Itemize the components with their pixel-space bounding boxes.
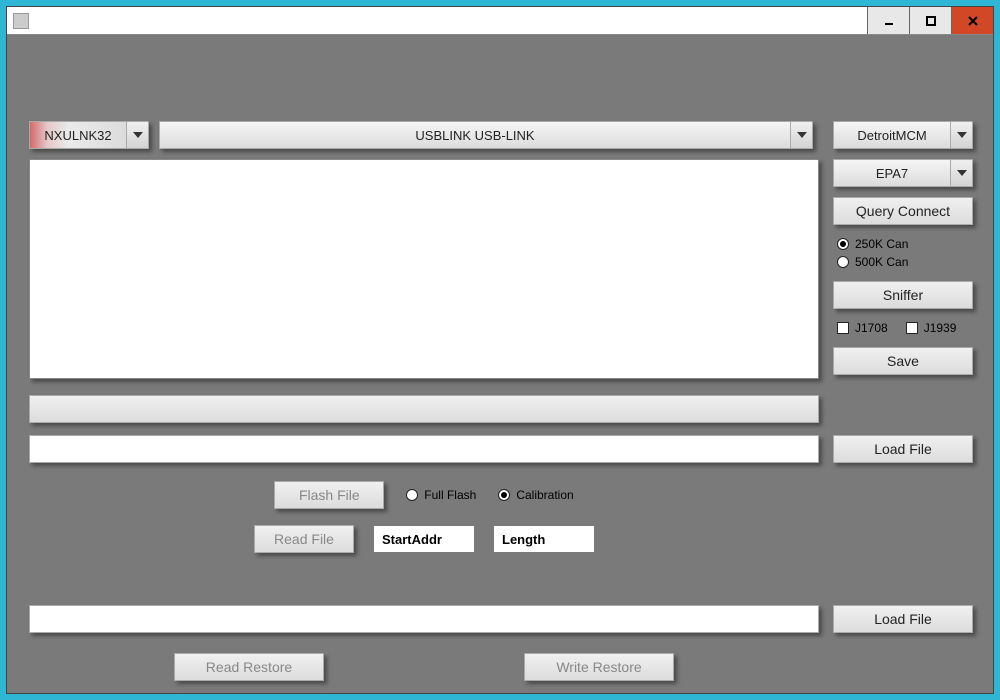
radio-indicator xyxy=(406,489,418,501)
module-dropdown[interactable]: DetroitMCM xyxy=(833,121,973,149)
start-addr-input[interactable]: StartAddr xyxy=(374,526,474,552)
flash-file-button[interactable]: Flash File xyxy=(274,481,384,509)
calibration-radio[interactable]: Calibration xyxy=(498,488,573,502)
save-button[interactable]: Save xyxy=(833,347,973,375)
close-button[interactable] xyxy=(951,7,993,34)
minimize-icon xyxy=(883,15,895,27)
query-connect-button[interactable]: Query Connect xyxy=(833,197,973,225)
flash-row: Flash File Full Flash Calibration xyxy=(29,481,819,509)
can-500-label: 500K Can xyxy=(855,255,908,269)
chevron-down-icon xyxy=(790,122,812,148)
maximize-button[interactable] xyxy=(909,7,951,34)
chevron-down-icon xyxy=(950,160,972,186)
load-file-button-1[interactable]: Load File xyxy=(833,435,973,463)
titlebar xyxy=(7,7,993,35)
full-flash-label: Full Flash xyxy=(424,488,476,502)
variant-dropdown-label: EPA7 xyxy=(834,160,950,186)
chevron-down-icon xyxy=(126,122,148,148)
can-250-label: 250K Can xyxy=(855,237,908,251)
log-textarea[interactable] xyxy=(29,159,819,379)
load-file-button-2[interactable]: Load File xyxy=(833,605,973,633)
protocol-checkboxes: J1708 J1939 xyxy=(837,321,973,335)
minimize-button[interactable] xyxy=(867,7,909,34)
read-restore-button[interactable]: Read Restore xyxy=(174,653,324,681)
radio-indicator xyxy=(837,256,849,268)
read-row: Read File StartAddr Length xyxy=(29,525,819,553)
write-restore-button[interactable]: Write Restore xyxy=(524,653,674,681)
can-500-radio[interactable]: 500K Can xyxy=(837,255,973,269)
close-icon xyxy=(967,15,979,27)
j1708-checkbox[interactable]: J1708 xyxy=(837,321,888,335)
top-row: NXULNK32 USBLINK USB-LINK xyxy=(29,121,973,149)
sniffer-button[interactable]: Sniffer xyxy=(833,281,973,309)
window-controls xyxy=(867,7,993,34)
file-path-1[interactable] xyxy=(29,435,819,463)
checkbox-box xyxy=(906,322,918,334)
module-dropdown-label: DetroitMCM xyxy=(834,122,950,148)
chevron-down-icon xyxy=(950,122,972,148)
read-file-button[interactable]: Read File xyxy=(254,525,354,553)
variant-dropdown[interactable]: EPA7 xyxy=(833,159,973,187)
client-area: NXULNK32 USBLINK USB-LINK DetroitMCM EPA… xyxy=(7,35,993,693)
status-bar-1 xyxy=(29,395,819,423)
full-flash-radio[interactable]: Full Flash xyxy=(406,488,476,502)
file-path-2[interactable] xyxy=(29,605,819,633)
titlebar-left xyxy=(7,13,47,29)
length-input[interactable]: Length xyxy=(494,526,594,552)
radio-indicator-selected xyxy=(837,238,849,250)
radio-indicator-selected xyxy=(498,489,510,501)
j1708-label: J1708 xyxy=(855,321,888,335)
maximize-icon xyxy=(925,15,937,27)
j1939-label: J1939 xyxy=(924,321,957,335)
device-dropdown-label: USBLINK USB-LINK xyxy=(160,122,790,148)
calibration-label: Calibration xyxy=(516,488,573,502)
can-250-radio[interactable]: 250K Can xyxy=(837,237,973,251)
restore-row: Read Restore Write Restore xyxy=(29,653,819,681)
right-column: DetroitMCM EPA7 Query Connect 250K Can 5… xyxy=(833,121,973,375)
device-dropdown[interactable]: USBLINK USB-LINK xyxy=(159,121,813,149)
driver-dropdown-label: NXULNK32 xyxy=(30,122,126,148)
checkbox-box xyxy=(837,322,849,334)
can-speed-group: 250K Can 500K Can xyxy=(837,237,973,269)
j1939-checkbox[interactable]: J1939 xyxy=(906,321,957,335)
app-window: NXULNK32 USBLINK USB-LINK DetroitMCM EPA… xyxy=(6,6,994,694)
driver-dropdown[interactable]: NXULNK32 xyxy=(29,121,149,149)
app-icon xyxy=(13,13,29,29)
